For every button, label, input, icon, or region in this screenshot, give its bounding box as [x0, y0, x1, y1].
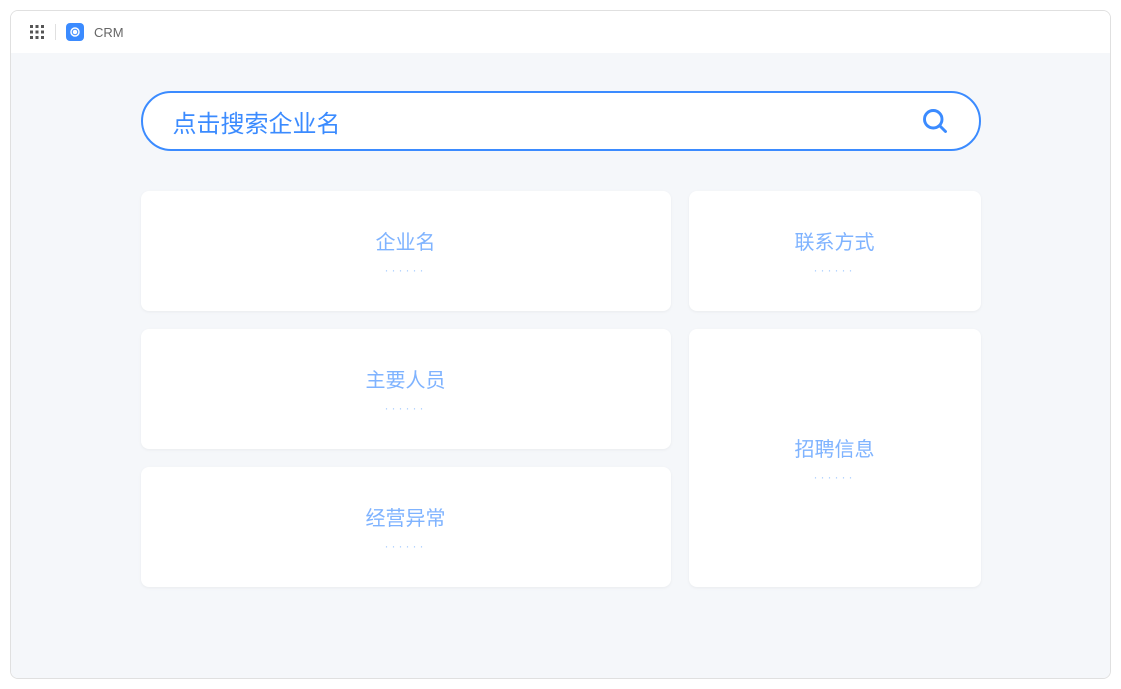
app-label: CRM: [94, 25, 124, 40]
card-column-left: 企业名 ······ 主要人员 ······ 经营异常 ······: [141, 191, 671, 587]
card-title: 招聘信息: [795, 433, 875, 462]
card-title: 主要人员: [366, 364, 446, 393]
search-placeholder: 点击搜索企业名: [173, 104, 921, 139]
card-company-name[interactable]: 企业名 ······: [141, 191, 671, 311]
card-grid: 企业名 ······ 主要人员 ······ 经营异常 ······ 联系方式 …: [141, 191, 981, 587]
header-bar: CRM: [11, 11, 1110, 53]
card-dots: ······: [385, 539, 427, 553]
card-title: 经营异常: [366, 502, 446, 531]
card-recruitment[interactable]: 招聘信息 ······: [689, 329, 981, 587]
card-title: 联系方式: [795, 226, 875, 255]
card-dots: ······: [814, 470, 856, 484]
search-bar[interactable]: 点击搜索企业名: [141, 91, 981, 151]
card-column-right: 联系方式 ······ 招聘信息 ······: [689, 191, 981, 587]
apps-grid-icon[interactable]: [29, 24, 45, 40]
card-dots: ······: [814, 263, 856, 277]
card-dots: ······: [385, 401, 427, 415]
app-window: CRM 点击搜索企业名 企业名 ······ 主要人员 ······: [10, 10, 1111, 679]
card-operation-abnormal[interactable]: 经营异常 ······: [141, 467, 671, 587]
card-contact[interactable]: 联系方式 ······: [689, 191, 981, 311]
content-area: 点击搜索企业名 企业名 ······ 主要人员 ······ 经营: [11, 53, 1110, 678]
card-main-personnel[interactable]: 主要人员 ······: [141, 329, 671, 449]
header-divider: [55, 24, 56, 40]
card-title: 企业名: [376, 226, 436, 255]
card-dots: ······: [385, 263, 427, 277]
search-icon[interactable]: [921, 107, 949, 135]
crm-app-icon[interactable]: [66, 23, 84, 41]
